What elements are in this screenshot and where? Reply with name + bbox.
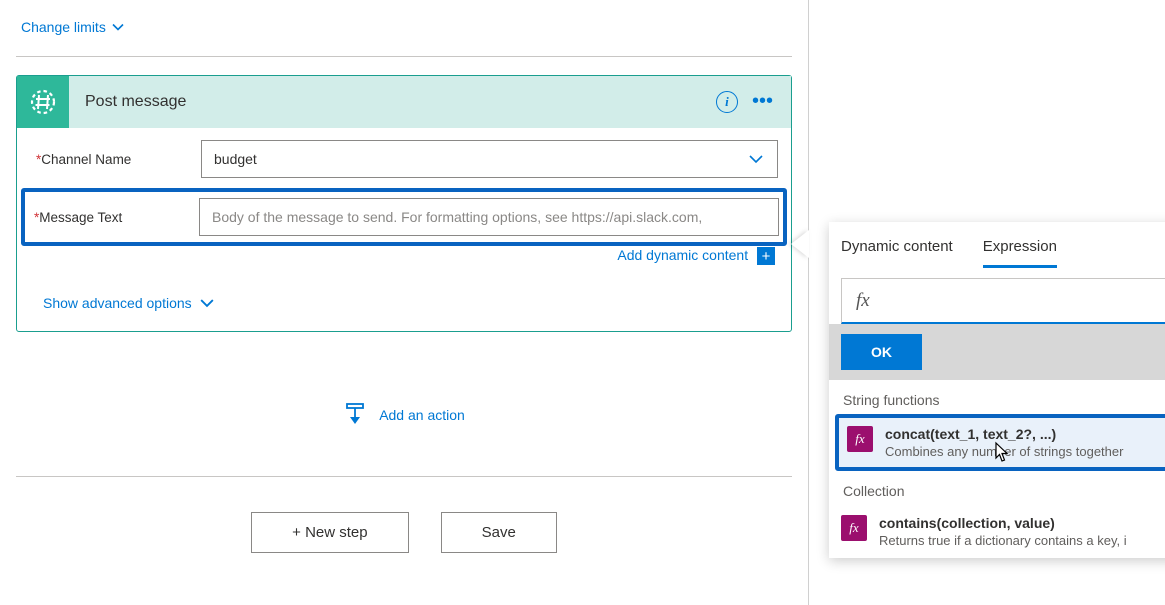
more-menu-icon[interactable]: ••• — [752, 91, 773, 114]
placeholder-text: Body of the message to send. For formatt… — [212, 209, 702, 225]
channel-name-select[interactable]: budget — [201, 140, 778, 178]
channel-value: budget — [214, 151, 257, 167]
func-desc: Returns true if a dictionary contains a … — [879, 533, 1127, 548]
plus-icon: + — [757, 247, 775, 265]
expression-input[interactable]: fx — [841, 278, 1165, 324]
add-action-icon — [343, 402, 367, 428]
info-icon[interactable]: i — [716, 91, 738, 113]
func-name: contains(collection, value) — [879, 515, 1127, 531]
add-dynamic-text: Add dynamic content — [617, 247, 748, 263]
save-button[interactable]: Save — [441, 512, 557, 553]
add-action-label: Add an action — [379, 407, 465, 423]
right-panel: Dynamic content Expression fx OK String … — [808, 0, 1165, 605]
ok-button[interactable]: OK — [841, 334, 922, 370]
function-concat[interactable]: fx concat(text_1, text_2?, ...) Combines… — [835, 414, 1165, 471]
divider — [16, 476, 792, 477]
new-step-button[interactable]: + New step — [251, 512, 408, 553]
change-limits-link[interactable]: Change limits — [16, 16, 129, 38]
post-message-card: Post message i ••• *Channel Name budget … — [16, 75, 792, 332]
tab-expression[interactable]: Expression — [983, 238, 1057, 268]
chevron-down-icon — [747, 150, 765, 168]
fx-badge-icon: fx — [847, 426, 873, 452]
chevron-down-icon — [112, 21, 124, 33]
divider — [16, 56, 792, 57]
tab-dynamic-content[interactable]: Dynamic content — [841, 238, 953, 268]
message-text-row-highlight: *Message Text Body of the message to sen… — [21, 188, 787, 246]
func-name: concat(text_1, text_2?, ...) — [885, 426, 1123, 442]
change-limits-text: Change limits — [21, 19, 106, 35]
channel-name-label: *Channel Name — [31, 152, 201, 167]
func-desc: Combines any number of strings together — [885, 444, 1123, 459]
message-text-label: *Message Text — [29, 210, 199, 225]
advanced-text: Show advanced options — [43, 295, 192, 311]
fx-badge-icon: fx — [841, 515, 867, 541]
function-contains[interactable]: fx contains(collection, value) Returns t… — [829, 505, 1165, 558]
callout-notch — [791, 230, 809, 258]
fx-symbol: fx — [856, 290, 870, 312]
add-dynamic-content-link[interactable]: Add dynamic content + — [27, 247, 781, 265]
slack-hash-icon — [17, 76, 69, 128]
chevron-down-icon — [200, 296, 214, 310]
channel-name-row: *Channel Name budget — [27, 140, 781, 178]
add-action-button[interactable]: Add an action — [16, 402, 792, 431]
card-title: Post message — [69, 93, 716, 111]
card-header[interactable]: Post message i ••• — [17, 76, 791, 128]
show-advanced-options-link[interactable]: Show advanced options — [27, 295, 214, 311]
message-text-input[interactable]: Body of the message to send. For formatt… — [199, 198, 779, 236]
expression-popup: Dynamic content Expression fx OK String … — [829, 222, 1165, 558]
section-collection: Collection — [829, 471, 1165, 505]
section-string-functions: String functions — [829, 380, 1165, 414]
